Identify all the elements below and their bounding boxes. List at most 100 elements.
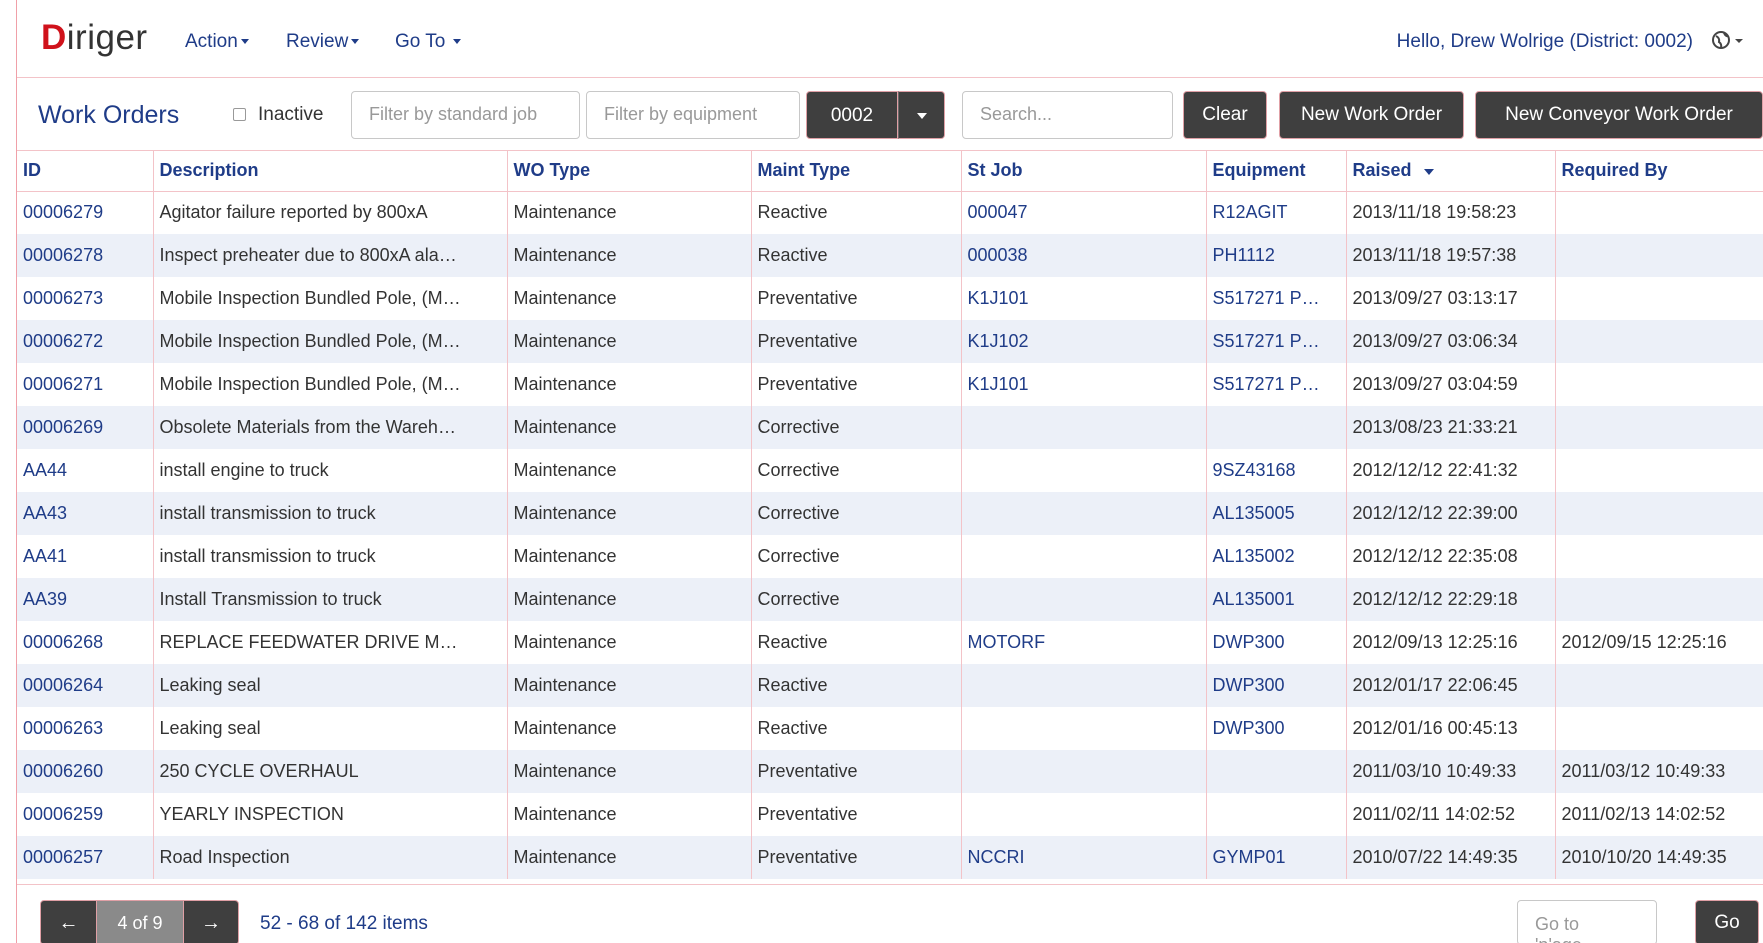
column-header-wo-type[interactable]: WO Type (507, 151, 752, 192)
cell-id[interactable]: AA41 (17, 535, 154, 578)
menu-action[interactable]: Action (185, 31, 249, 53)
cell-st-job[interactable]: 000047 (961, 191, 1207, 234)
table-row[interactable]: 00006278 Inspect preheater due to 800xA a… (17, 234, 1763, 277)
cell-raised: 2013/11/18 19:57:38 (1346, 234, 1556, 277)
table-row[interactable]: AA39 Install Transmission to truck Mainten… (17, 578, 1763, 621)
table-row[interactable]: AA43 install transmission to truck Mainten… (17, 492, 1763, 535)
search-input[interactable]: Search... (962, 91, 1173, 139)
cell-id[interactable]: AA43 (17, 492, 154, 535)
cell-id[interactable]: 00006259 (17, 793, 154, 836)
column-header-maint-type[interactable]: Maint Type (751, 151, 962, 192)
filter-standard-job-input[interactable]: Filter by standard job (351, 91, 580, 139)
table-row[interactable]: 00006260 250 CYCLE OVERHAUL Maintenance Pre… (17, 750, 1763, 793)
cell-equipment[interactable]: DWP300 (1206, 664, 1347, 707)
cell-equipment[interactable]: S517271 P… (1206, 277, 1347, 320)
cell-equipment[interactable]: R12AGIT (1206, 191, 1347, 234)
cell-description: Road Inspection (153, 836, 508, 879)
inactive-checkbox-wrap[interactable]: Inactive (233, 104, 323, 126)
cell-st-job[interactable]: MOTORF (961, 621, 1207, 664)
column-header-equipment[interactable]: Equipment (1206, 151, 1347, 192)
cell-st-job (961, 707, 1207, 750)
cell-st-job[interactable]: K1J101 (961, 277, 1207, 320)
table-header-row: ID Description WO Type Maint Type St Job… (17, 151, 1763, 192)
cell-raised: 2012/01/17 22:06:45 (1346, 664, 1556, 707)
chevron-down-icon (240, 39, 249, 45)
table-row[interactable]: AA41 install transmission to truck Mainten… (17, 535, 1763, 578)
brand-logo[interactable]: Diriger (41, 18, 148, 58)
column-header-st-job[interactable]: St Job (961, 151, 1207, 192)
district-dropdown-toggle[interactable] (898, 91, 945, 139)
menu-review-label: Review (286, 31, 349, 52)
cell-description: Inspect preheater due to 800xA ala… (153, 234, 508, 277)
column-header-raised[interactable]: Raised (1346, 151, 1556, 192)
filter-equipment-input[interactable]: Filter by equipment (586, 91, 800, 139)
table-row[interactable]: 00006273 Mobile Inspection Bundled Pole, … (17, 277, 1763, 320)
table-row[interactable]: 00006259 YEARLY INSPECTION Maintenance Prev… (17, 793, 1763, 836)
cell-equipment[interactable]: DWP300 (1206, 707, 1347, 750)
cell-equipment[interactable]: PH1112 (1206, 234, 1347, 277)
user-greeting[interactable]: Hello, Drew Wolrige (District: 0002) (1397, 31, 1693, 53)
cell-description: install engine to truck (153, 449, 508, 492)
cell-id[interactable]: 00006273 (17, 277, 154, 320)
goto-page-input[interactable]: Go to 'p'age... (1517, 900, 1657, 943)
globe-icon[interactable] (1711, 29, 1745, 57)
cell-id[interactable]: 00006268 (17, 621, 154, 664)
prev-page-button[interactable]: ← (40, 900, 97, 943)
cell-description: install transmission to truck (153, 492, 508, 535)
cell-equipment[interactable]: 9SZ43168 (1206, 449, 1347, 492)
inactive-checkbox[interactable] (233, 108, 246, 121)
cell-equipment[interactable]: S517271 P… (1206, 320, 1347, 363)
cell-description: install transmission to truck (153, 535, 508, 578)
table-row[interactable]: 00006263 Leaking seal Maintenance Reactive D… (17, 707, 1763, 750)
cell-wo-type: Maintenance (507, 406, 752, 449)
column-header-required-by[interactable]: Required By (1555, 151, 1763, 192)
cell-equipment[interactable]: DWP300 (1206, 621, 1347, 664)
table-row[interactable]: 00006271 Mobile Inspection Bundled Pole, … (17, 363, 1763, 406)
cell-id[interactable]: 00006263 (17, 707, 154, 750)
cell-id[interactable]: 00006278 (17, 234, 154, 277)
cell-equipment[interactable]: AL135001 (1206, 578, 1347, 621)
next-page-button[interactable]: → (183, 900, 239, 943)
cell-st-job[interactable]: NCCRI (961, 836, 1207, 879)
cell-id[interactable]: 00006272 (17, 320, 154, 363)
cell-id[interactable]: 00006260 (17, 750, 154, 793)
cell-raised: 2012/09/13 12:25:16 (1346, 621, 1556, 664)
cell-st-job[interactable]: 000038 (961, 234, 1207, 277)
cell-wo-type: Maintenance (507, 750, 752, 793)
cell-id[interactable]: 00006271 (17, 363, 154, 406)
cell-equipment[interactable]: GYMP01 (1206, 836, 1347, 879)
clear-button[interactable]: Clear (1183, 91, 1267, 139)
table-row[interactable]: 00006272 Mobile Inspection Bundled Pole, … (17, 320, 1763, 363)
menu-review[interactable]: Review (286, 31, 360, 53)
cell-required-by (1555, 234, 1763, 277)
cell-equipment[interactable]: AL135002 (1206, 535, 1347, 578)
cell-wo-type: Maintenance (507, 578, 752, 621)
menu-goto[interactable]: Go To (395, 31, 462, 53)
chevron-down-icon (453, 39, 462, 45)
cell-id[interactable]: 00006279 (17, 191, 154, 234)
cell-equipment[interactable]: AL135005 (1206, 492, 1347, 535)
cell-raised: 2011/03/10 10:49:33 (1346, 750, 1556, 793)
cell-st-job[interactable]: K1J102 (961, 320, 1207, 363)
cell-id[interactable]: AA39 (17, 578, 154, 621)
cell-id[interactable]: 00006269 (17, 406, 154, 449)
cell-id[interactable]: AA44 (17, 449, 154, 492)
grid-divider (17, 884, 1763, 885)
table-row[interactable]: 00006257 Road Inspection Maintenance Preven… (17, 836, 1763, 879)
column-header-id[interactable]: ID (17, 151, 154, 192)
new-conveyor-work-order-button[interactable]: New Conveyor Work Order (1475, 91, 1763, 139)
table-row[interactable]: 00006279 Agitator failure reported by 800… (17, 191, 1763, 234)
table-row[interactable]: 00006269 Obsolete Materials from the Ware… (17, 406, 1763, 449)
cell-st-job[interactable]: K1J101 (961, 363, 1207, 406)
new-work-order-button[interactable]: New Work Order (1279, 91, 1464, 139)
district-select-button[interactable]: 0002 (806, 91, 898, 139)
column-header-description[interactable]: Description (153, 151, 508, 192)
go-button[interactable]: Go (1695, 900, 1759, 943)
cell-equipment[interactable]: S517271 P… (1206, 363, 1347, 406)
cell-id[interactable]: 00006257 (17, 836, 154, 879)
table-row[interactable]: AA44 install engine to truck Maintenance Co… (17, 449, 1763, 492)
table-row[interactable]: 00006264 Leaking seal Maintenance Reactive D… (17, 664, 1763, 707)
cell-id[interactable]: 00006264 (17, 664, 154, 707)
menu-action-label: Action (185, 31, 238, 52)
table-row[interactable]: 00006268 REPLACE FEEDWATER DRIVE M… Mainte… (17, 621, 1763, 664)
